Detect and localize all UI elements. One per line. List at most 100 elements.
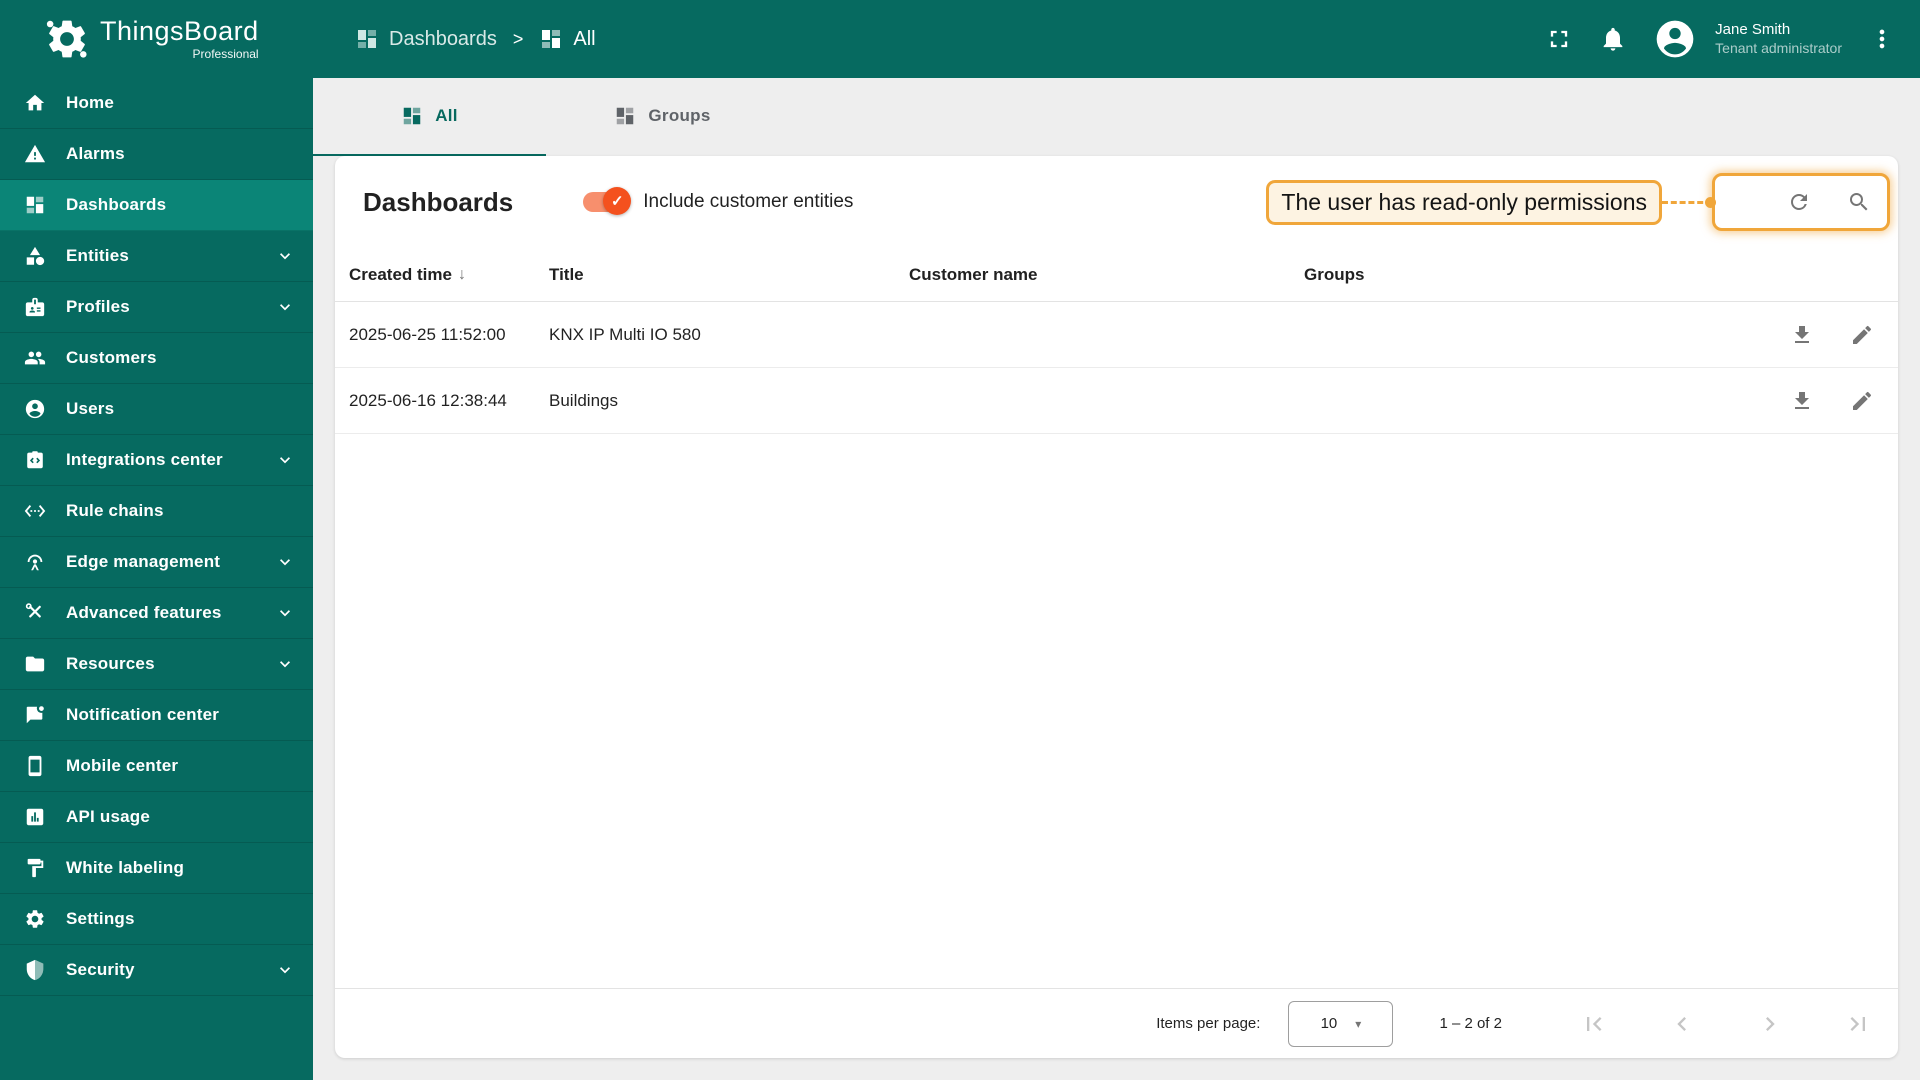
bar-chart-box-icon xyxy=(26,808,44,826)
notifications-button[interactable] xyxy=(1599,25,1627,53)
annotation-connector xyxy=(1662,196,1716,208)
column-header-customer-name[interactable]: Customer name xyxy=(909,265,1304,285)
toggle-check-icon: ✓ xyxy=(603,187,632,215)
export-dashboard-button[interactable] xyxy=(1790,323,1814,347)
badge-icon xyxy=(25,297,45,317)
annotation-text: The user has read-only permissions xyxy=(1266,179,1662,225)
sidebar-item-advanced-features[interactable]: Advanced features xyxy=(0,588,313,639)
gear-icon xyxy=(26,910,44,928)
card-toolbar: Dashboards ✓ Include customer entities T… xyxy=(335,156,1898,248)
sidebar-item-home[interactable]: Home xyxy=(0,78,313,129)
antenna-icon xyxy=(27,554,43,571)
previous-page-button[interactable] xyxy=(1668,1010,1696,1038)
dashboards-icon xyxy=(26,196,44,214)
paint-roller-icon xyxy=(27,858,44,878)
shield-icon xyxy=(26,959,44,981)
prev-page-icon xyxy=(1677,1016,1686,1031)
user-avatar[interactable] xyxy=(1653,17,1697,61)
person-circle-icon xyxy=(25,399,45,419)
sidebar-item-customers[interactable]: Customers xyxy=(0,333,313,384)
app-header: ThingsBoard Professional Dashboards > Al… xyxy=(0,0,1920,78)
last-page-icon xyxy=(1850,1016,1865,1031)
sidebar-item-settings[interactable]: Settings xyxy=(0,894,313,945)
export-dashboard-button[interactable] xyxy=(1790,389,1814,413)
column-header-groups[interactable]: Groups xyxy=(1304,265,1748,285)
column-header-title[interactable]: Title xyxy=(549,265,909,285)
header-actions: Jane Smith Tenant administrator xyxy=(1545,17,1920,61)
sidebar: Home Alarms Dashboards Entities Profiles… xyxy=(0,78,313,1080)
table-row[interactable]: 2025-06-16 12:38:44 Buildings xyxy=(335,368,1898,434)
breadcrumb: Dashboards > All xyxy=(355,27,596,51)
dashboards-icon xyxy=(403,107,421,125)
table-header-row: Created time ↓ Title Customer name Group… xyxy=(335,248,1898,302)
tab-bar: All Groups xyxy=(313,78,1920,156)
fullscreen-icon xyxy=(1550,30,1568,48)
sidebar-item-edge-management[interactable]: Edge management xyxy=(0,537,313,588)
fullscreen-button[interactable] xyxy=(1545,25,1573,53)
crossed-tools-icon xyxy=(25,603,41,618)
annotation-callout: The user has read-only permissions xyxy=(1266,173,1890,231)
thingsboard-gear-icon xyxy=(46,20,87,58)
sidebar-item-rule-chains[interactable]: Rule chains xyxy=(0,486,313,537)
sidebar-item-integrations-center[interactable]: Integrations center xyxy=(0,435,313,486)
search-button[interactable] xyxy=(1847,190,1871,214)
tab-all[interactable]: All xyxy=(313,78,546,156)
sidebar-item-resources[interactable]: Resources xyxy=(0,639,313,690)
toggle-switch[interactable]: ✓ xyxy=(583,187,632,215)
breadcrumb-separator: > xyxy=(512,28,524,49)
breadcrumb-all[interactable]: All xyxy=(539,27,596,51)
table-row[interactable]: 2025-06-25 11:52:00 KNX IP Multi IO 580 xyxy=(335,302,1898,368)
home-icon xyxy=(25,94,45,111)
last-page-button[interactable] xyxy=(1844,1010,1872,1038)
sidebar-item-security[interactable]: Security xyxy=(0,945,313,996)
column-header-created-time[interactable]: Created time ↓ xyxy=(349,265,549,285)
select-caret-icon: ▾ xyxy=(1355,1016,1362,1031)
chevron-down-icon xyxy=(280,457,290,464)
dashboards-card: Dashboards ✓ Include customer entities T… xyxy=(335,156,1898,1058)
sidebar-item-mobile-center[interactable]: Mobile center xyxy=(0,741,313,792)
chevron-down-icon xyxy=(280,610,290,617)
items-per-page-label: Items per page: xyxy=(1156,1015,1261,1032)
folder-icon xyxy=(25,656,45,672)
more-menu-button[interactable] xyxy=(1868,25,1896,53)
sidebar-item-entities[interactable]: Entities xyxy=(0,231,313,282)
edit-dashboard-button[interactable] xyxy=(1850,323,1874,347)
tab-groups[interactable]: Groups xyxy=(546,78,779,156)
edit-icon xyxy=(1853,391,1872,410)
sidebar-item-notification-center[interactable]: Notification center xyxy=(0,690,313,741)
chevron-down-icon xyxy=(280,559,290,566)
user-role: Tenant administrator xyxy=(1715,39,1842,56)
first-page-button[interactable] xyxy=(1580,1010,1608,1038)
app-edition: Professional xyxy=(192,47,259,61)
refresh-icon xyxy=(1791,194,1807,210)
edit-dashboard-button[interactable] xyxy=(1850,389,1874,413)
sidebar-item-dashboards[interactable]: Dashboards xyxy=(0,180,313,231)
sidebar-item-api-usage[interactable]: API usage xyxy=(0,792,313,843)
cell-created-time: 2025-06-16 12:38:44 xyxy=(349,390,507,410)
highlighted-toolbar-actions xyxy=(1712,173,1890,231)
app-logo[interactable]: ThingsBoard Professional xyxy=(0,16,313,62)
sidebar-item-alarms[interactable]: Alarms xyxy=(0,129,313,180)
sidebar-item-white-labeling[interactable]: White labeling xyxy=(0,843,313,894)
sidebar-item-profiles[interactable]: Profiles xyxy=(0,282,313,333)
next-page-button[interactable] xyxy=(1756,1010,1784,1038)
user-info[interactable]: Jane Smith Tenant administrator xyxy=(1715,21,1842,57)
breadcrumb-dashboards[interactable]: Dashboards xyxy=(355,27,497,51)
message-dot-icon xyxy=(26,706,44,724)
sort-desc-icon: ↓ xyxy=(457,265,466,283)
people-icon xyxy=(24,351,46,365)
first-page-icon xyxy=(1587,1016,1602,1031)
download-icon xyxy=(1795,391,1809,409)
dashboards-icon xyxy=(617,107,634,125)
refresh-button[interactable] xyxy=(1787,190,1811,214)
sidebar-item-users[interactable]: Users xyxy=(0,384,313,435)
dashboards-icon xyxy=(358,30,376,48)
warning-triangle-icon xyxy=(24,144,46,163)
download-icon xyxy=(1795,325,1809,343)
cell-created-time: 2025-06-25 11:52:00 xyxy=(349,324,506,344)
items-per-page-select[interactable]: 10 ▾ xyxy=(1288,1000,1394,1047)
chevron-down-icon xyxy=(280,661,290,668)
toggle-label: Include customer entities xyxy=(643,191,854,212)
include-customer-entities-toggle[interactable]: ✓ Include customer entities xyxy=(583,187,854,215)
page-title: Dashboards xyxy=(363,186,514,217)
